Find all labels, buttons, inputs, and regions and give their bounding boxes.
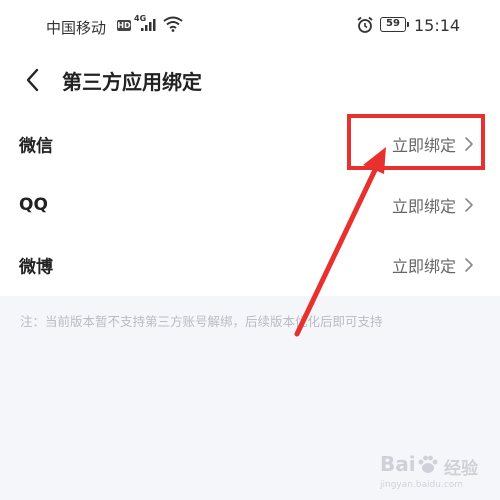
chevron-right-icon — [465, 258, 473, 272]
bind-now-button[interactable]: 立即绑定 — [392, 193, 474, 217]
paw-icon — [418, 455, 438, 473]
binding-name: 微博 — [19, 257, 53, 278]
status-bar: 中国移动 HD 4G 59 15:14 — [0, 0, 500, 52]
wifi-icon — [163, 16, 183, 32]
baidu-jingyan-watermark: Bai 经验 jingyan.baidu.com — [380, 448, 490, 496]
binding-row-weibo[interactable]: 微博 立即绑定 — [0, 235, 500, 295]
bind-now-label: 立即绑定 — [391, 197, 456, 216]
binding-name: 微信 — [19, 136, 53, 157]
unbind-note: 注：当前版本暂不支持第三方账号解绑，后续版本优化后即可支持 — [20, 314, 383, 329]
binding-row-qq[interactable]: QQ 立即绑定 — [0, 175, 500, 235]
bind-now-label: 立即绑定 — [391, 257, 456, 276]
bind-now-button[interactable]: 立即绑定 — [392, 253, 474, 277]
back-arrow-icon[interactable] — [22, 66, 46, 94]
alarm-icon — [357, 16, 373, 33]
battery-indicator: 59 — [380, 17, 409, 32]
watermark-url: jingyan.baidu.com — [380, 480, 464, 490]
clock: 15:14 — [414, 16, 461, 35]
binding-name: QQ — [19, 195, 48, 215]
chevron-right-icon — [465, 198, 473, 212]
watermark-suffix: 经验 — [444, 459, 478, 479]
highlight-box — [347, 114, 485, 170]
page-title: 第三方应用绑定 — [62, 70, 202, 94]
hd-badge: HD — [117, 20, 131, 31]
carrier-name: 中国移动 — [46, 19, 107, 37]
watermark-brand: Bai — [380, 452, 416, 476]
signal-icon — [141, 19, 156, 31]
